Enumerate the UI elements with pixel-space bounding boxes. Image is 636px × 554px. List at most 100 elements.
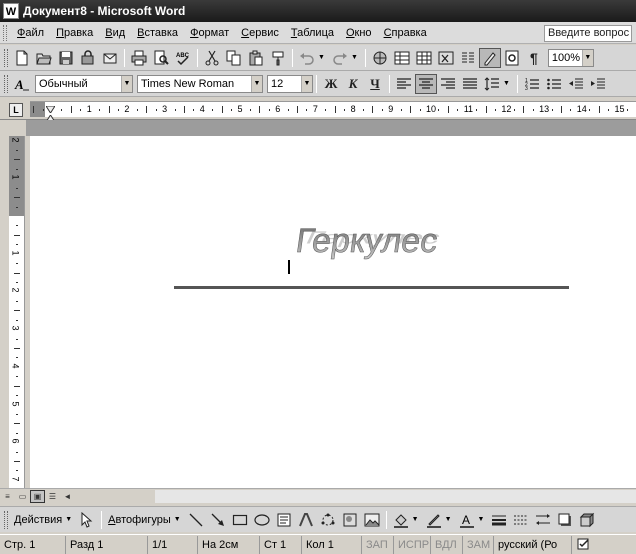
document-map-icon[interactable] [501, 48, 523, 68]
line-tool-icon[interactable] [185, 510, 207, 530]
chevron-down-icon[interactable]: ▼ [174, 516, 181, 523]
fill-color-icon[interactable] [390, 510, 412, 530]
status-extend-selection[interactable]: ВДЛ [431, 535, 463, 554]
outline-view-icon[interactable]: ☰ [45, 490, 60, 503]
print-layout-view-icon[interactable]: ▣ [30, 489, 45, 503]
print-preview-icon[interactable] [150, 48, 172, 68]
new-document-icon[interactable] [11, 48, 33, 68]
autoshapes-menu[interactable]: Автофигуры [105, 514, 174, 526]
drawing-toggle-icon[interactable] [478, 47, 501, 68]
hanging-indent-marker[interactable] [45, 113, 56, 123]
columns-icon[interactable] [457, 48, 479, 68]
status-track-changes[interactable]: ИСПР [394, 535, 431, 554]
arrow-style-icon[interactable] [532, 510, 554, 530]
numbering-icon[interactable]: 123 [521, 74, 543, 94]
select-objects-icon[interactable] [76, 510, 98, 530]
underline-button[interactable]: Ч [364, 74, 386, 94]
font-combo[interactable]: Times New Roman ▼ [137, 74, 263, 93]
bold-button[interactable]: Ж [320, 74, 342, 94]
italic-button[interactable]: К [342, 74, 364, 94]
first-line-indent-marker[interactable] [45, 104, 56, 114]
redo-icon[interactable] [329, 48, 351, 68]
diagram-icon[interactable] [317, 510, 339, 530]
chevron-down-icon[interactable]: ▼ [301, 75, 312, 92]
increase-indent-icon[interactable] [587, 74, 609, 94]
rectangle-tool-icon[interactable] [229, 510, 251, 530]
horizontal-scrollbar[interactable]: ≡ ▭ ▣ ☰ ◄ [0, 488, 636, 503]
spelling-icon[interactable]: ABC [172, 48, 194, 68]
align-left-icon[interactable] [393, 74, 415, 94]
menu-edit[interactable]: Правка [50, 23, 99, 43]
horizontal-line-shape[interactable] [174, 286, 569, 289]
draw-actions-menu[interactable]: Действия [11, 514, 65, 526]
menu-file[interactable]: Файл [11, 23, 50, 43]
save-icon[interactable] [55, 48, 77, 68]
style-combo[interactable]: Обычный ▼ [35, 74, 133, 93]
undo-dropdown-arrow[interactable]: ▼ [318, 54, 325, 61]
bullets-icon[interactable] [543, 74, 565, 94]
chevron-down-icon[interactable]: ▼ [412, 516, 419, 523]
chevron-down-icon[interactable]: ▼ [251, 75, 262, 92]
decrease-indent-icon[interactable] [565, 74, 587, 94]
line-spacing-icon[interactable] [481, 74, 503, 94]
insert-table-icon[interactable] [413, 48, 435, 68]
redo-dropdown-arrow[interactable]: ▼ [351, 54, 358, 61]
copy-icon[interactable] [223, 48, 245, 68]
status-language[interactable]: русский (Ро [494, 535, 572, 554]
line-style-icon[interactable] [488, 510, 510, 530]
menu-table[interactable]: Таблица [285, 23, 340, 43]
shadow-style-icon[interactable] [554, 510, 576, 530]
status-page[interactable]: Стр. 1 [0, 535, 66, 554]
3d-style-icon[interactable] [576, 510, 598, 530]
normal-view-icon[interactable]: ≡ [0, 490, 15, 503]
web-view-icon[interactable]: ▭ [15, 490, 30, 503]
undo-icon[interactable] [296, 48, 318, 68]
status-record-macro[interactable]: ЗАП [362, 535, 394, 554]
scroll-left-icon[interactable]: ◄ [60, 490, 75, 503]
scroll-track[interactable] [155, 489, 636, 503]
menu-view[interactable]: Вид [99, 23, 131, 43]
horizontal-ruler[interactable]: 1123456789101112131415 [30, 101, 636, 117]
menu-help[interactable]: Справка [378, 23, 433, 43]
arrow-tool-icon[interactable] [207, 510, 229, 530]
zoom-combo[interactable]: 100% ▼ [547, 48, 594, 67]
status-overtype[interactable]: ЗАМ [463, 535, 494, 554]
toolbar-grip[interactable] [4, 48, 8, 67]
hyperlink-icon[interactable] [369, 48, 391, 68]
status-pages[interactable]: 1/1 [148, 535, 198, 554]
chevron-down-icon[interactable]: ▼ [581, 49, 593, 66]
wordart-object[interactable]: Геркулес Геркулес [290, 214, 450, 274]
toolbar-grip[interactable] [4, 74, 8, 93]
justify-icon[interactable] [459, 74, 481, 94]
document-page[interactable] [30, 136, 636, 488]
insert-wordart-icon[interactable] [295, 510, 317, 530]
email-icon[interactable] [99, 48, 121, 68]
chevron-down-icon[interactable]: ▼ [445, 516, 452, 523]
line-color-icon[interactable] [423, 510, 445, 530]
tables-borders-icon[interactable] [391, 48, 413, 68]
menu-tools[interactable]: Сервис [235, 23, 285, 43]
cut-icon[interactable] [201, 48, 223, 68]
styles-pane-icon[interactable]: A [11, 74, 33, 94]
status-position[interactable]: На 2см [198, 535, 260, 554]
line-spacing-dropdown-arrow[interactable]: ▼ [503, 80, 510, 87]
open-folder-icon[interactable] [33, 48, 55, 68]
status-column[interactable]: Кол 1 [302, 535, 362, 554]
spelling-status-icon[interactable] [572, 536, 602, 554]
insert-excel-icon[interactable] [435, 48, 457, 68]
align-right-icon[interactable] [437, 74, 459, 94]
text-box-icon[interactable] [273, 510, 295, 530]
menu-window[interactable]: Окно [340, 23, 378, 43]
tab-selector[interactable]: L [9, 103, 23, 117]
chevron-down-icon[interactable]: ▼ [478, 516, 485, 523]
insert-picture-icon[interactable] [361, 510, 383, 530]
vertical-ruler[interactable]: 2 1 1 2 3 4 5 6 7 [9, 136, 25, 488]
align-center-icon[interactable] [415, 73, 437, 94]
print-icon[interactable] [128, 48, 150, 68]
dash-style-icon[interactable] [510, 510, 532, 530]
clip-art-icon[interactable] [339, 510, 361, 530]
ask-question-box[interactable]: Введите вопрос [544, 25, 632, 42]
font-color-icon[interactable]: A [456, 510, 478, 530]
oval-tool-icon[interactable] [251, 510, 273, 530]
chevron-down-icon[interactable]: ▼ [65, 516, 72, 523]
